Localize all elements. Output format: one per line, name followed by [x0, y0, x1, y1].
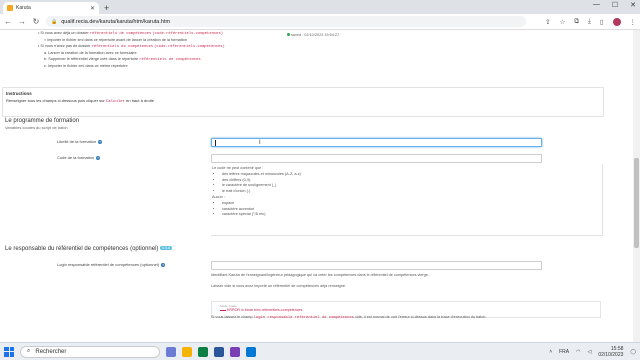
lock-icon[interactable]: 🔒	[51, 19, 57, 25]
code-label: Code de la formation?	[57, 155, 101, 160]
browser-tab[interactable]: Karuta ✕	[3, 2, 99, 14]
clock[interactable]: 15:58 02/10/2023	[598, 346, 623, 358]
taskbar-search[interactable]: ⌕ Rechercher	[20, 345, 160, 358]
scrollbar-thumb[interactable]	[634, 158, 639, 248]
help-icon[interactable]: ?	[96, 156, 101, 160]
wifi-icon[interactable]: ◠	[576, 349, 580, 355]
sidebar-icon[interactable]: ▯	[600, 18, 604, 26]
url-field[interactable]: 🔒 qualif.recia.dev/karuta/karuta/htm/kar…	[46, 16, 526, 27]
login-help-2: Laisser vide si vous avez importé un réf…	[211, 284, 347, 288]
teams-icon[interactable]	[230, 346, 240, 357]
forward-button[interactable]: →	[18, 17, 26, 26]
instructions-text: Renseigner tous les champs ci-dessous pu…	[6, 98, 154, 104]
outlook-icon[interactable]	[246, 346, 256, 357]
window-controls: — ☐ ✕	[593, 1, 636, 9]
maximize-button[interactable]: ☐	[612, 1, 618, 9]
help-forbidden-item: caractère spécial (°/& etc)	[222, 212, 601, 218]
url-text: qualif.recia.dev/karuta/karuta/htm/karut…	[61, 18, 171, 25]
mouse-ibeam-cursor: I	[259, 140, 261, 146]
close-tab-icon[interactable]: ✕	[90, 5, 95, 12]
import-instructions: • Si vous avez déjà un dossier référenti…	[38, 31, 225, 68]
login-input[interactable]	[211, 261, 542, 270]
reload-button[interactable]: ↻	[32, 17, 40, 26]
instructions-panel: Instructions Renseigner tous les champs …	[2, 87, 604, 117]
programme-subtitle: Variables locales du script de batch	[5, 125, 68, 130]
tab-strip: Karuta ✕ + — ☐ ✕	[0, 0, 640, 14]
saved-status: saved : 02/10/2023 15:54:27	[287, 33, 339, 37]
system-tray: ˄ FRA ◠ ◁ 15:58 02/10/2023 ◯	[549, 346, 636, 358]
text-caret	[215, 140, 216, 146]
new-tab-button[interactable]: +	[104, 2, 109, 14]
login-label: Login responsable référentiel de compéte…	[57, 262, 166, 267]
share-icon[interactable]: ⇪	[545, 18, 550, 26]
bookmark-star-icon[interactable]: ☆	[560, 18, 566, 26]
notification-icon[interactable]: ◯	[630, 349, 636, 355]
back-button[interactable]: ←	[4, 17, 12, 26]
login-help-1: Identifiant Karuta de l'enseignant/ingén…	[211, 273, 429, 277]
karuta-favicon-icon	[7, 5, 13, 11]
libelle-input[interactable]: I	[211, 138, 542, 147]
close-window-button[interactable]: ✕	[630, 1, 636, 9]
page-content: • Si vous avez déjà un dossier référenti…	[0, 30, 633, 342]
responsable-title: Le responsable du référentiel de compéte…	[5, 246, 173, 252]
libelle-label: Libellé de la formation?	[57, 139, 103, 144]
help-icon[interactable]: ?	[161, 263, 166, 267]
code-input[interactable]	[211, 154, 542, 163]
tab-title: Karuta	[16, 5, 31, 11]
code-help-box: Le code ne peut contenir que : des lettr…	[211, 164, 603, 236]
version-badge: 0.5.6	[160, 246, 173, 251]
extensions-icon[interactable]: ⧉	[574, 18, 579, 26]
menu-kebab-icon[interactable]: ⋮	[630, 18, 637, 26]
programme-title: Le programme de formation	[5, 118, 80, 124]
minimize-button[interactable]: —	[593, 1, 600, 9]
language-indicator[interactable]: FRA	[559, 349, 569, 355]
address-bar-row: ← → ↻ 🔒 qualif.recia.dev/karuta/karuta/h…	[0, 14, 640, 30]
page-scrollbar[interactable]	[633, 30, 640, 342]
download-icon[interactable]: ⤓	[588, 18, 591, 26]
word-icon[interactable]	[214, 346, 224, 357]
file-explorer-icon[interactable]	[182, 346, 192, 357]
volume-icon[interactable]: ◁	[588, 349, 592, 355]
error-note: Si vous laissez le champ login responsab…	[211, 315, 487, 320]
task-view-icon[interactable]	[166, 346, 176, 357]
search-icon: ⌕	[27, 348, 31, 354]
saved-dot-icon	[287, 33, 290, 36]
error-marker-icon	[220, 309, 226, 311]
browser-toolbar-icons: ⇪ ☆ ⧉ ⤓ ▯ ⋮	[545, 17, 637, 26]
taskbar: ⌕ Rechercher ˄ FRA ◠ ◁ 15:58 02/10/2023 ◯	[0, 342, 640, 360]
help-icon[interactable]: ?	[98, 140, 103, 144]
instructions-title: Instructions	[6, 91, 32, 96]
error-line: ERROR in block bloc-referentiels-compete…	[220, 308, 592, 312]
chevron-up-icon[interactable]: ˄	[549, 349, 552, 355]
chrome-icon[interactable]	[198, 346, 208, 357]
profile-avatar[interactable]	[612, 17, 621, 26]
windows-start-icon[interactable]	[4, 346, 14, 357]
